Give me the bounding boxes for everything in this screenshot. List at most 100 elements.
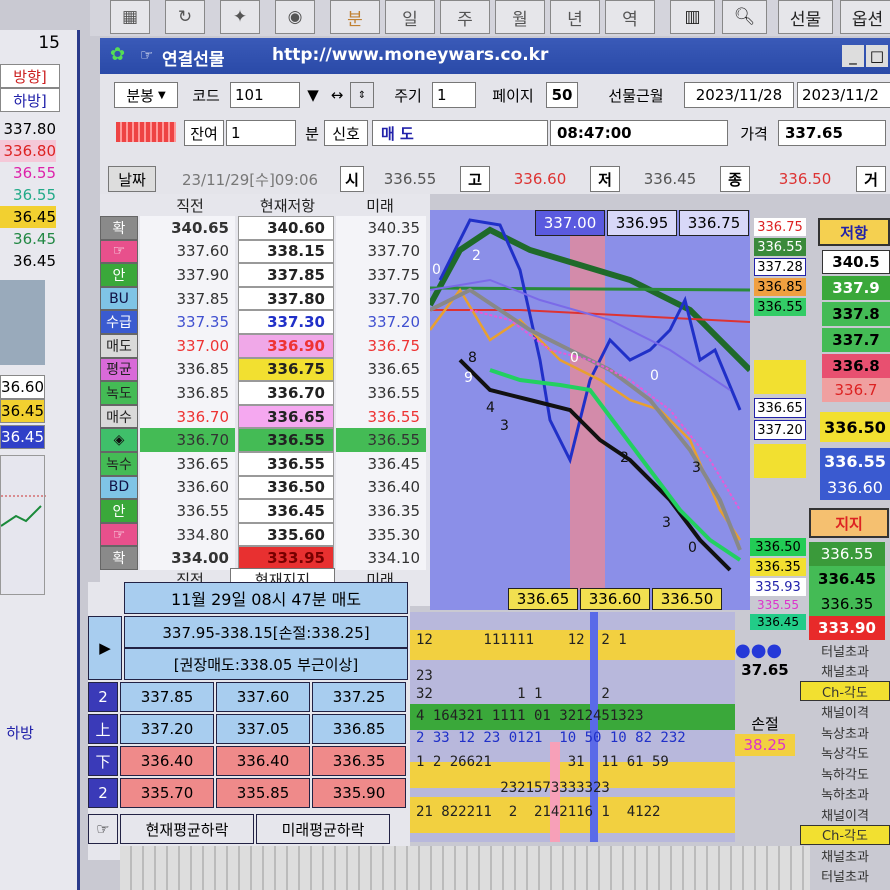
current-value: 335.60 [238, 522, 334, 547]
prev-value: 336.70 [140, 428, 235, 452]
chart-top-label-2: 336.95 [607, 210, 677, 236]
left-price-1: 337.80 [3, 120, 57, 138]
date-to[interactable]: 2023/11/2 [797, 82, 890, 108]
chart-bottom-label-2: 336.60 [580, 588, 650, 610]
signal-row-value: 335.70 [120, 778, 214, 808]
right-tag-7: 337.20 [754, 420, 806, 440]
signal-value: 매 도 [372, 120, 548, 146]
chart-digit-1: 0 [432, 262, 441, 278]
coin-icon[interactable]: ◉ [275, 0, 315, 34]
quote-datetime: 23/11/29[수]09:06 [181, 170, 319, 189]
maximize-button[interactable]: □ [866, 45, 888, 67]
col-header-current: 현재저항 [259, 196, 316, 215]
signal-row-value: 336.35 [312, 746, 406, 776]
balance-input[interactable]: 1 [226, 120, 296, 146]
left-direction-label: 방향] [0, 64, 60, 88]
cycle-label: 주기 [394, 86, 422, 105]
side-item: 녹하초과 [821, 788, 869, 803]
tab-year[interactable]: 년 [550, 0, 600, 34]
chart-digit-5: 4 [486, 400, 495, 416]
prev-value: 336.85 [140, 381, 235, 405]
future-value: 334.10 [336, 546, 426, 570]
period-select[interactable]: 분봉 ▼ [114, 82, 178, 108]
min-label: 분 [305, 124, 319, 143]
col-header-future: 미래 [366, 196, 394, 215]
signal-row-value: 337.20 [120, 714, 214, 744]
minimize-button[interactable]: _ [842, 45, 864, 67]
close-price: 336.50 [778, 170, 832, 188]
tool-icon-2[interactable]: ↻ [165, 0, 205, 34]
swap-icon[interactable]: ↔ [326, 82, 348, 108]
price-label: 가격 [740, 124, 768, 143]
left-mini-chart-2 [0, 455, 46, 595]
signal-row-value: 337.05 [216, 714, 310, 744]
current-value: 336.75 [238, 357, 334, 382]
future-value: 337.20 [336, 310, 426, 334]
date-from[interactable]: 2023/11/28 [684, 82, 794, 108]
right-tag-11: 335.55 [757, 598, 799, 612]
row-label: 매수 [100, 404, 138, 429]
signal-row-value: 337.60 [216, 682, 310, 712]
tab-month[interactable]: 월 [495, 0, 545, 34]
side-item: 채널초과 [821, 849, 869, 865]
options-button[interactable]: 옵션 [840, 0, 890, 34]
signal-header: 11월 29일 08시 47분 매도 [124, 582, 408, 614]
play-icon[interactable]: ▶ [88, 616, 122, 680]
resist-val-7: 336.50 [820, 412, 890, 442]
current-value: 336.55 [238, 428, 334, 452]
support-val-1: 336.55 [809, 542, 885, 566]
resist-val-4: 337.7 [822, 328, 890, 352]
left-bottom-price-3: 36.45 [0, 425, 45, 449]
chevron-down-icon: ▼ [157, 89, 166, 101]
right-tag-2: 336.55 [754, 238, 806, 256]
side-item: 터널초과 [821, 644, 869, 660]
spinner-icon[interactable]: ⇕ [350, 82, 374, 108]
resist-val-6: 336.7 [822, 378, 890, 402]
side-item: 녹하각도 [821, 767, 869, 783]
code-input[interactable]: 101 [230, 82, 300, 108]
main-chart[interactable]: 337.00 336.95 336.75 0 2 8 9 4 3 0 0 3 2… [430, 210, 750, 610]
signal-row-value: 335.90 [312, 778, 406, 808]
code-dropdown-icon[interactable]: ▼ [302, 82, 324, 108]
window-titlebar[interactable]: ✿ ☞ 연결선물 http://www.moneywars.co.kr _ □ [100, 38, 890, 74]
signal-line-1: 337.95-338.15[손절:338.25] [124, 616, 408, 648]
lower-chart-row: 21 822211 2 2142116 1 4122 [416, 804, 661, 820]
future-value: 336.40 [336, 475, 426, 500]
left-bottom-price-2: 36.45 [0, 399, 45, 423]
current-value: 336.45 [238, 499, 334, 523]
prev-value: 337.35 [140, 310, 235, 334]
row-label: 수급 [100, 310, 138, 334]
current-value: 333.95 [238, 546, 334, 570]
page-input[interactable]: 50 [546, 82, 578, 108]
lightbulb-icon[interactable]: ✦ [220, 0, 260, 34]
future-value: 336.55 [336, 381, 426, 405]
chart-digit-10: 2 [620, 450, 629, 466]
signal-label: 신호 [324, 120, 368, 146]
open-price: 336.55 [383, 170, 437, 188]
stoploss-value: 38.25 [735, 734, 795, 756]
signal-row-value: 337.25 [312, 682, 406, 712]
tab-reverse[interactable]: 역 [605, 0, 655, 34]
tab-day[interactable]: 일 [385, 0, 435, 34]
futures-button[interactable]: 선물 [778, 0, 833, 34]
date-button[interactable]: 날짜 [108, 166, 156, 192]
current-value: 336.65 [238, 404, 334, 429]
tab-week[interactable]: 주 [440, 0, 490, 34]
signal-row-value: 336.40 [120, 746, 214, 776]
support-val-4: 333.90 [809, 616, 885, 640]
right-tag-1: 336.75 [754, 218, 806, 236]
close-label: 종 [720, 166, 750, 192]
tool-icon-1[interactable]: ▦ [110, 0, 150, 34]
bars-icon[interactable]: ▥ [670, 0, 715, 34]
future-value: 337.70 [336, 286, 426, 311]
tab-minute[interactable]: 분 [330, 0, 380, 34]
cycle-input[interactable]: 1 [432, 82, 476, 108]
current-value: 336.55 [238, 452, 334, 476]
lower-chart-row: 2 33 12 23 0121 10 50 10 82 232 [416, 730, 686, 746]
future-value: 336.55 [336, 428, 426, 452]
search-icon[interactable]: 🔍︎ [722, 0, 767, 34]
prev-value: 336.70 [140, 404, 235, 429]
current-value: 338.15 [238, 239, 334, 264]
app-logo-icon: ✿ [110, 44, 126, 65]
lower-chart-row: 12 111111 12 2 1 [416, 632, 627, 648]
